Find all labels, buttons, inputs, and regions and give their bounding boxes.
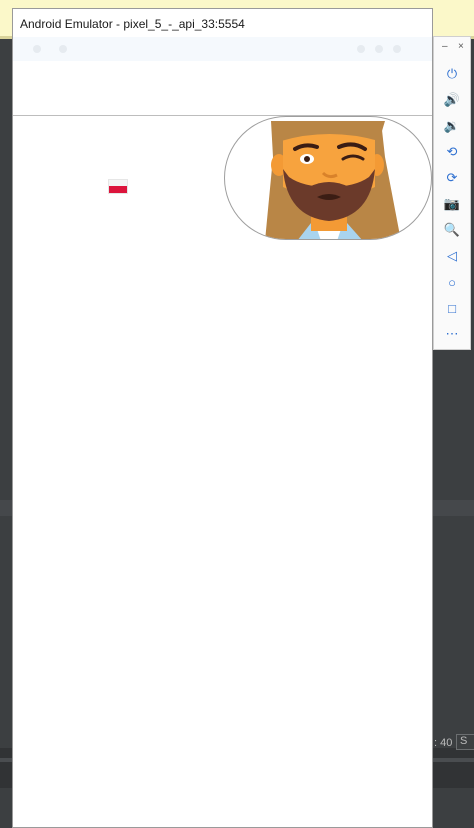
wifi-icon (357, 45, 365, 53)
camera-icon[interactable]: 📷 (434, 193, 470, 215)
overview-icon[interactable]: □ (434, 297, 470, 319)
ide-status-button[interactable]: S (456, 734, 474, 750)
battery-icon (393, 45, 401, 53)
minimize-button[interactable]: – (442, 41, 448, 52)
poland-flag-icon[interactable] (109, 180, 127, 193)
status-icon (59, 45, 67, 53)
status-icon (33, 45, 41, 53)
more-icon[interactable]: ⋯ (434, 323, 470, 345)
volume-up-icon[interactable]: 🔊 (434, 89, 470, 111)
avatar[interactable] (224, 116, 432, 240)
zoom-icon[interactable]: 🔍 (434, 219, 470, 241)
back-icon[interactable]: ◁ (434, 245, 470, 267)
rotate-right-icon[interactable]: ⟳ (434, 167, 470, 189)
emulator-title-bar[interactable]: Android Emulator - pixel_5_-_api_33:5554 (13, 9, 432, 37)
emulator-side-toolbar: – × ⏻ 🔊 🔉 ⟲ ⟳ 📷 🔍 ◁ ○ □ ⋯ (433, 36, 471, 350)
volume-down-icon[interactable]: 🔉 (434, 115, 470, 137)
signal-icon (375, 45, 383, 53)
emulator-window: Android Emulator - pixel_5_-_api_33:5554 (12, 8, 433, 828)
device-status-bar (13, 37, 432, 61)
app-screen (13, 116, 432, 827)
bearded-man-winking-avatar (265, 121, 401, 239)
app-bar (13, 61, 432, 116)
close-button[interactable]: × (458, 41, 464, 52)
home-icon[interactable]: ○ (434, 271, 470, 293)
rotate-left-icon[interactable]: ⟲ (434, 141, 470, 163)
power-icon[interactable]: ⏻ (434, 63, 470, 85)
emulator-title: Android Emulator - pixel_5_-_api_33:5554 (20, 17, 245, 31)
ide-status-text: : 40 (434, 737, 453, 749)
